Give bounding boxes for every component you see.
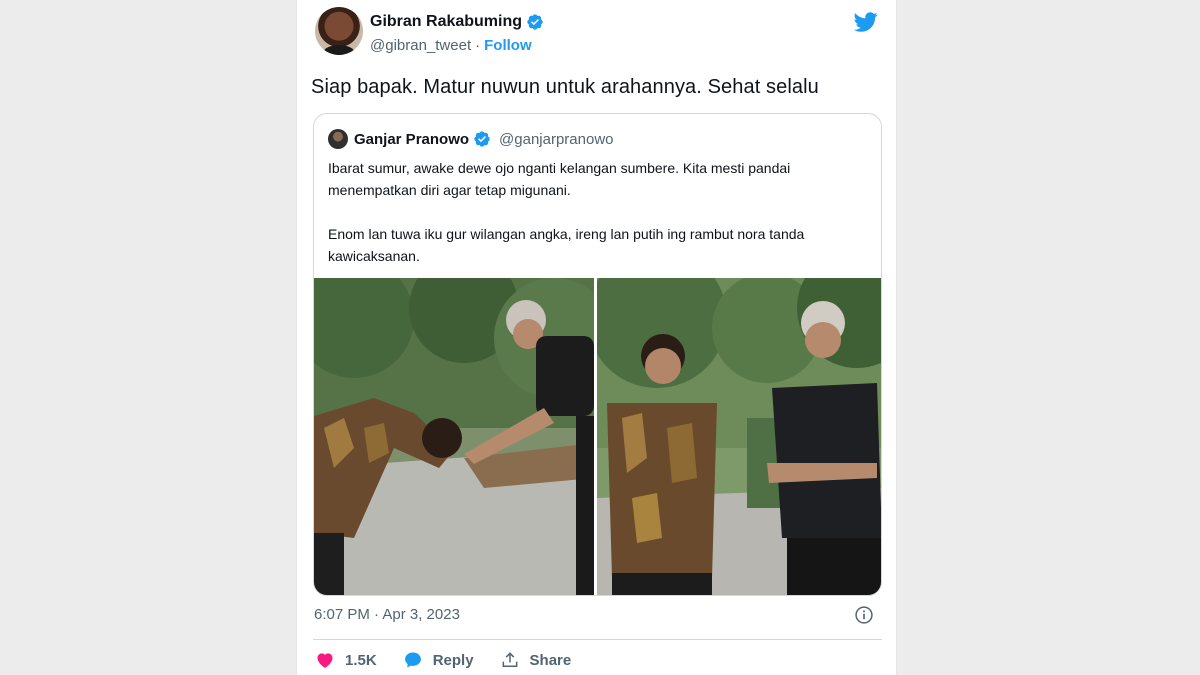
share-icon <box>502 652 517 667</box>
author-handle[interactable]: @gibran_tweet <box>370 37 471 54</box>
quoted-author-row[interactable]: Ganjar Pranowo @ganjarpranowo <box>354 130 614 148</box>
quoted-author-name[interactable]: Ganjar Pranowo <box>354 131 469 148</box>
quoted-author-handle[interactable]: @ganjarpranowo <box>499 131 613 148</box>
divider <box>313 639 882 640</box>
author-name-row[interactable]: Gibran Rakabuming <box>370 13 544 31</box>
author-handle-row: @gibran_tweet · Follow <box>370 37 532 54</box>
author-avatar[interactable] <box>315 7 363 55</box>
verified-badge-icon <box>474 131 490 147</box>
reply-label: Reply <box>432 651 474 669</box>
tweet-actions: 1.5K Reply Share <box>315 650 571 670</box>
verified-badge-icon <box>527 14 543 30</box>
quoted-photo-1[interactable] <box>314 278 594 595</box>
tweet-timestamp[interactable]: 6:07 PM · Apr 3, 2023 <box>314 606 460 623</box>
reply-button[interactable]: Reply <box>403 650 474 670</box>
like-count: 1.5K <box>345 651 377 669</box>
tweet-text: Siap bapak. Matur nuwun untuk arahannya.… <box>311 76 819 98</box>
quoted-tweet-text: Ibarat sumur, awake dewe ojo nganti kela… <box>328 160 805 264</box>
quoted-tweet[interactable]: Ganjar Pranowo @ganjarpranowo Ibarat sum… <box>313 113 882 596</box>
share-button[interactable]: Share <box>500 650 572 670</box>
heart-icon <box>317 653 333 668</box>
quoted-author-avatar[interactable] <box>328 129 348 149</box>
reply-bubble-icon <box>404 652 421 668</box>
twitter-bird-icon[interactable] <box>852 10 880 34</box>
share-label: Share <box>529 651 572 669</box>
info-icon[interactable] <box>854 605 874 625</box>
quoted-photo-2[interactable] <box>597 278 881 595</box>
separator: · <box>475 37 481 54</box>
like-button[interactable]: 1.5K <box>315 650 377 670</box>
follow-button[interactable]: Follow <box>484 37 532 54</box>
author-name[interactable]: Gibran Rakabuming <box>370 13 522 31</box>
tweet-card: Gibran Rakabuming @gibran_tweet · Follow… <box>296 0 897 675</box>
